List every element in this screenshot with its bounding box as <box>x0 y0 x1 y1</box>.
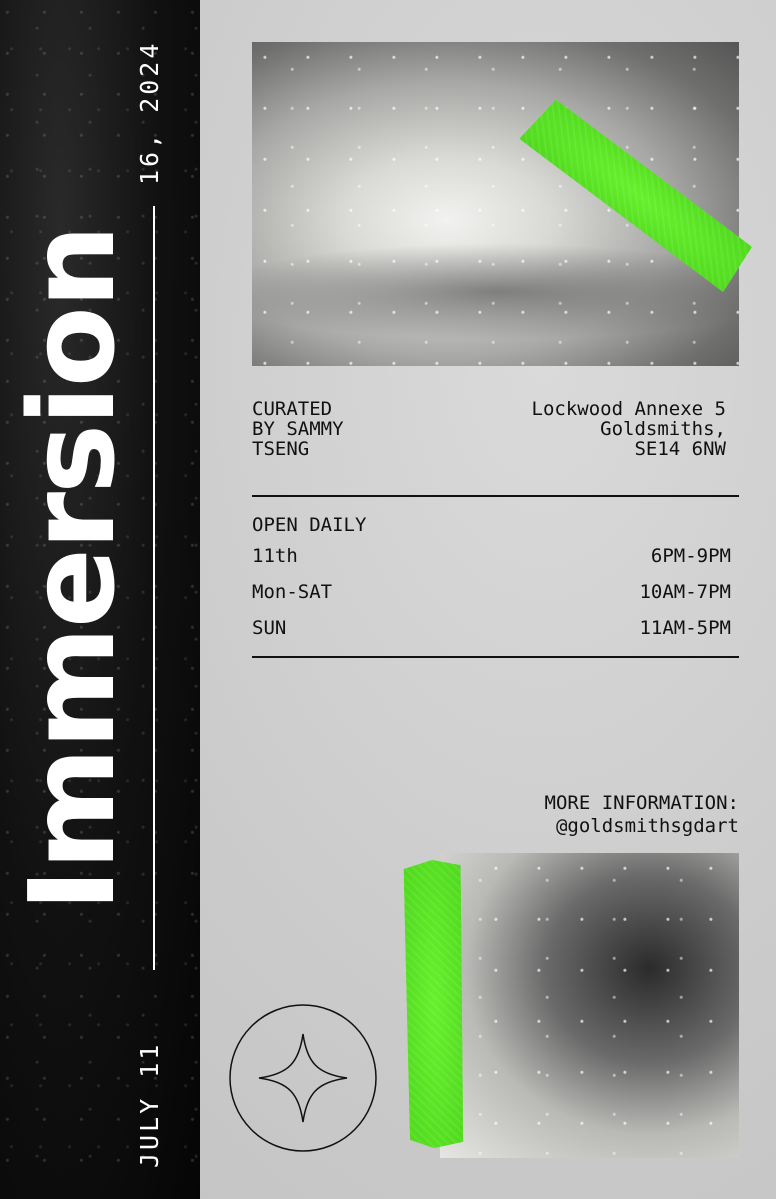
hours-row: 11th 6PM-9PM <box>252 545 731 567</box>
hours-time: 11AM-5PM <box>639 617 731 639</box>
venue-line: SE14 6NW <box>634 438 726 460</box>
curator-line: BY SAMMY <box>252 418 344 440</box>
hours-day: SUN <box>252 617 287 639</box>
hours-heading: OPEN DAILY <box>252 514 367 536</box>
venue-line: Lockwood Annexe 5 <box>531 398 726 420</box>
hours-day: 11th <box>252 545 298 567</box>
hours-row: SUN 11AM-5PM <box>252 617 731 639</box>
date-end: 16, 2024 <box>135 40 164 185</box>
more-info-block: MORE INFORMATION: @goldsmithsgdart <box>545 792 739 838</box>
photo-dust <box>440 853 739 1158</box>
green-tape-bottom <box>403 860 465 1149</box>
vertical-divider <box>153 206 155 970</box>
event-poster: Immersion JULY 11 16, 2024 CURATED BY SA… <box>0 0 776 1199</box>
venue-block: Lockwood Annexe 5 Goldsmiths, SE14 6NW <box>440 399 726 459</box>
curator-line: CURATED <box>252 398 333 420</box>
photo-bottom <box>440 853 739 1158</box>
hours-row: Mon-SAT 10AM-7PM <box>252 581 731 603</box>
four-point-star-icon <box>229 1004 377 1152</box>
divider-rule <box>252 495 739 497</box>
date-start: JULY 11 <box>135 1041 164 1168</box>
curator-block: CURATED BY SAMMY TSENG <box>252 399 402 459</box>
curator-line: TSENG <box>252 438 310 460</box>
hours-time: 6PM-9PM <box>650 545 731 567</box>
hours-time: 10AM-7PM <box>639 581 731 603</box>
divider-rule <box>252 656 739 658</box>
event-title: Immersion <box>3 226 141 912</box>
social-handle-link[interactable]: @goldsmithsgdart <box>545 815 739 838</box>
venue-line: Goldsmiths, <box>600 418 726 440</box>
hours-day: Mon-SAT <box>252 581 333 603</box>
more-info-label: MORE INFORMATION: <box>544 792 739 814</box>
